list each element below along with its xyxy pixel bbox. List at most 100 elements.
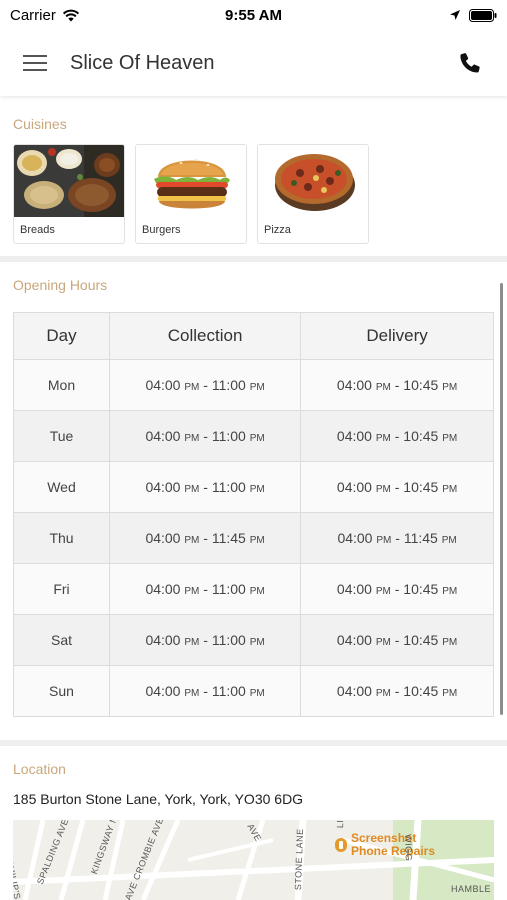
status-right	[449, 8, 497, 22]
time-from: 04:00	[337, 530, 373, 546]
opening-hours-section[interactable]: Opening Hours Day Collection Delivery Mo…	[0, 263, 507, 740]
cuisine-list: Breads Burgers Pizza	[13, 144, 369, 244]
table-row: Tue 04:00 PM - 11:00 PM 04:00 PM - 10:45 P…	[13, 410, 494, 462]
section-divider	[0, 740, 507, 746]
table-row: Sat 04:00 PM - 11:00 PM 04:00 PM - 10:45 P…	[13, 614, 494, 666]
cuisines-heading: Cuisines	[13, 116, 67, 132]
delivery-hours-cell: 04:00 PM - 10:45 PM	[300, 614, 494, 666]
ampm-to: PM	[249, 637, 265, 648]
map-street-label: HAMBLE	[451, 884, 492, 894]
time-to: 11:00	[211, 683, 246, 699]
time-to: 11:45	[211, 530, 246, 546]
collection-hours-cell: 04:00 PM - 11:00 PM	[108, 410, 302, 462]
scroll-indicator[interactable]	[500, 283, 503, 715]
time-to: 11:00	[211, 632, 246, 648]
ampm-from: PM	[184, 637, 200, 648]
ampm-to: PM	[249, 688, 265, 699]
collection-hours-cell: 04:00 PM - 11:00 PM	[108, 563, 302, 615]
ampm-to: PM	[249, 484, 265, 495]
ampm-to: PM	[442, 382, 458, 393]
table-row: Fri 04:00 PM - 11:00 PM 04:00 PM - 10:45 P…	[13, 563, 494, 615]
time-from: 04:00	[145, 683, 181, 699]
ampm-from: PM	[184, 586, 200, 597]
collection-hours-cell: 04:00 PM - 11:00 PM	[108, 614, 302, 666]
time-from: 04:00	[336, 479, 372, 495]
time-to: 11:00	[211, 428, 246, 444]
table-row: Sun 04:00 PM - 11:00 PM 04:00 PM - 10:45 P…	[13, 665, 494, 717]
cuisine-name: Pizza	[264, 224, 291, 236]
ampm-to: PM	[249, 433, 265, 444]
location-section: Location 185 Burton Stone Lane, York, Yo…	[0, 748, 507, 900]
time-to: 11:00	[211, 479, 246, 495]
ampm-from: PM	[375, 586, 391, 597]
delivery-hours-cell: 04:00 PM - 10:45 PM	[300, 359, 494, 411]
time-from: 04:00	[336, 377, 372, 393]
ampm-from: PM	[184, 688, 200, 699]
address-text: 185 Burton Stone Lane, York, York, YO30 …	[13, 791, 304, 807]
time-to: 10:45	[403, 377, 439, 393]
location-map[interactable]: ST PHILIP'S GRO SPALDING AVE KINGSWAY N …	[13, 820, 494, 900]
ampm-from: PM	[375, 484, 391, 495]
map-poi-label: Screenshot Phone Repairs	[351, 831, 436, 858]
time-from: 04:00	[145, 530, 181, 546]
time-to: 11:45	[403, 530, 438, 546]
time-from: 04:00	[145, 377, 181, 393]
time-to: 10:45	[403, 479, 439, 495]
map-street-label: WIGG	[403, 834, 414, 862]
column-header-day: Day	[13, 312, 110, 360]
table-row: Wed 04:00 PM - 11:00 PM 04:00 PM - 10:45 P…	[13, 461, 494, 513]
day-cell: Wed	[13, 461, 110, 513]
collection-hours-cell: 04:00 PM - 11:00 PM	[108, 461, 302, 513]
ampm-from: PM	[375, 382, 391, 393]
menu-button[interactable]	[0, 30, 70, 96]
battery-icon	[469, 8, 497, 22]
collection-hours-cell: 04:00 PM - 11:00 PM	[108, 665, 302, 717]
time-from: 04:00	[145, 632, 181, 648]
ampm-from: PM	[376, 535, 392, 546]
pizza-image	[258, 145, 368, 217]
collection-hours-cell: 04:00 PM - 11:00 PM	[108, 359, 302, 411]
cuisine-card-burgers[interactable]: Burgers	[135, 144, 247, 244]
day-cell: Sun	[13, 665, 110, 717]
time-from: 04:00	[336, 683, 372, 699]
hamburger-menu-icon	[23, 55, 47, 71]
time-to: 10:45	[403, 632, 439, 648]
wifi-icon	[62, 9, 79, 22]
ampm-from: PM	[184, 382, 200, 393]
ampm-from: PM	[184, 433, 200, 444]
section-divider	[0, 256, 507, 262]
carrier-label: Carrier	[10, 6, 56, 24]
delivery-hours-cell: 04:00 PM - 10:45 PM	[300, 461, 494, 513]
time-to: 10:45	[403, 581, 439, 597]
column-header-collection: Collection	[108, 312, 302, 360]
table-row: Thu 04:00 PM - 11:45 PM 04:00 PM - 11:45 P…	[13, 512, 494, 564]
ampm-from: PM	[184, 535, 200, 546]
cuisine-card-breads[interactable]: Breads	[13, 144, 125, 244]
page-title: Slice Of Heaven	[70, 51, 215, 74]
day-cell: Thu	[13, 512, 110, 564]
ampm-to: PM	[441, 535, 457, 546]
delivery-hours-cell: 04:00 PM - 11:45 PM	[300, 512, 494, 564]
burger-image	[136, 145, 246, 217]
ampm-from: PM	[184, 484, 200, 495]
day-cell: Fri	[13, 563, 110, 615]
opening-hours-heading: Opening Hours	[13, 277, 108, 293]
collection-hours-cell: 04:00 PM - 11:45 PM	[108, 512, 302, 564]
cuisine-name: Breads	[20, 224, 55, 236]
delivery-hours-cell: 04:00 PM - 10:45 PM	[300, 563, 494, 615]
time-from: 04:00	[336, 632, 372, 648]
cuisine-card-pizza[interactable]: Pizza	[257, 144, 369, 244]
call-button[interactable]	[455, 48, 485, 78]
delivery-hours-cell: 04:00 PM - 10:45 PM	[300, 410, 494, 462]
time-to: 10:45	[403, 428, 439, 444]
location-arrow-icon	[450, 10, 460, 20]
map-street-label: LI	[335, 820, 346, 829]
table-row: Mon 04:00 PM - 11:00 PM 04:00 PM - 10:45 P…	[13, 359, 494, 411]
day-cell: Tue	[13, 410, 110, 462]
time-from: 04:00	[145, 581, 181, 597]
time-from: 04:00	[145, 479, 181, 495]
ampm-to: PM	[442, 586, 458, 597]
time-from: 04:00	[336, 428, 372, 444]
ampm-to: PM	[249, 586, 265, 597]
ampm-to: PM	[442, 484, 458, 495]
